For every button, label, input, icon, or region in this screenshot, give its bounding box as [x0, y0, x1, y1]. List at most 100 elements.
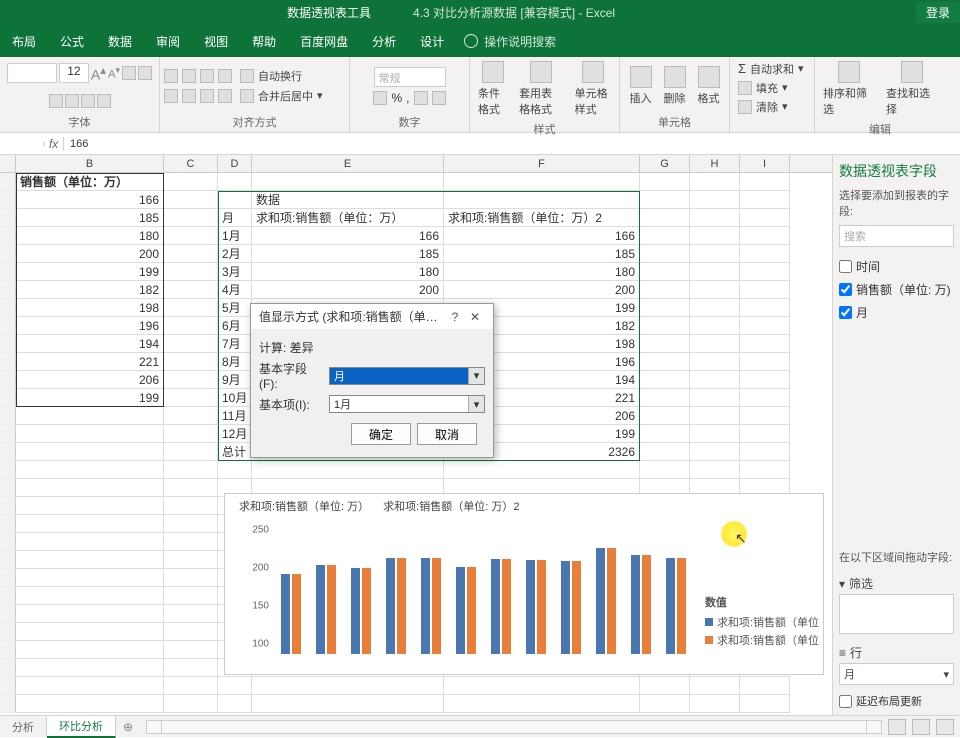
cell[interactable] [164, 515, 218, 533]
cell[interactable] [164, 695, 218, 713]
cell[interactable] [164, 173, 218, 191]
cell[interactable] [640, 299, 690, 317]
cell[interactable]: 11月 [218, 407, 252, 425]
cell[interactable] [740, 407, 790, 425]
cell[interactable]: 12月 [218, 425, 252, 443]
name-box[interactable] [0, 142, 44, 146]
cell[interactable] [444, 173, 640, 191]
cell[interactable]: 185 [252, 245, 444, 263]
ok-button[interactable]: 确定 [351, 423, 411, 445]
cell[interactable] [164, 245, 218, 263]
cell[interactable] [252, 461, 444, 479]
cell[interactable]: 3月 [218, 263, 252, 281]
cell[interactable] [740, 425, 790, 443]
cell[interactable] [690, 209, 740, 227]
cell[interactable] [640, 227, 690, 245]
field-month[interactable]: 月 [839, 304, 954, 321]
cell[interactable] [164, 605, 218, 623]
cell[interactable] [164, 641, 218, 659]
cell[interactable] [164, 551, 218, 569]
cell[interactable] [16, 533, 164, 551]
cell[interactable] [690, 407, 740, 425]
cell[interactable] [252, 677, 444, 695]
cell[interactable] [444, 191, 640, 209]
cell[interactable] [252, 173, 444, 191]
cell[interactable] [16, 587, 164, 605]
align-center-icon[interactable] [182, 89, 196, 103]
cell[interactable]: 200 [444, 281, 640, 299]
cell[interactable] [740, 371, 790, 389]
cell[interactable]: 5月 [218, 299, 252, 317]
align-right-icon[interactable] [200, 89, 214, 103]
align-top-icon[interactable] [164, 69, 178, 83]
cell[interactable] [640, 407, 690, 425]
cell[interactable]: 200 [252, 281, 444, 299]
cell[interactable]: 166 [16, 191, 164, 209]
cell[interactable] [164, 353, 218, 371]
cell[interactable] [690, 353, 740, 371]
cell[interactable] [690, 371, 740, 389]
cell[interactable]: 199 [16, 389, 164, 407]
cell[interactable] [444, 677, 640, 695]
cell[interactable] [640, 425, 690, 443]
cell[interactable] [640, 263, 690, 281]
indent-icon[interactable] [218, 89, 232, 103]
cell[interactable] [640, 173, 690, 191]
cell[interactable] [164, 479, 218, 497]
worksheet[interactable]: B C D E F G H I 销售额（单位：万）166数据185月求和项:销售… [0, 155, 832, 715]
col-header-G[interactable]: G [640, 155, 690, 172]
cell-styles-button[interactable]: 单元格样式 [571, 59, 615, 119]
find-select-button[interactable]: 查找和选择 [882, 59, 941, 119]
cell[interactable]: 10月 [218, 389, 252, 407]
pivot-chart[interactable]: 求和项:销售额（单位: 万） 求和项:销售额（单位: 万）2 250 200 1… [224, 493, 824, 675]
cell[interactable]: 196 [16, 317, 164, 335]
align-left-icon[interactable] [164, 89, 178, 103]
cell[interactable] [740, 263, 790, 281]
sheet-tab-2[interactable]: 环比分析 [47, 716, 116, 738]
cell[interactable] [164, 497, 218, 515]
cell[interactable] [164, 461, 218, 479]
cancel-button[interactable]: 取消 [417, 423, 477, 445]
cell[interactable] [640, 389, 690, 407]
format-button[interactable]: 格式 [694, 64, 724, 108]
font-size[interactable]: 12 [59, 63, 89, 83]
inc-dec-icon[interactable] [414, 91, 428, 105]
cell[interactable] [690, 263, 740, 281]
cell[interactable] [690, 227, 740, 245]
font-color-icon[interactable] [97, 94, 111, 108]
cell[interactable] [740, 227, 790, 245]
cell[interactable] [690, 443, 740, 461]
tab-review[interactable]: 审阅 [144, 27, 192, 56]
italic-icon[interactable] [138, 66, 152, 80]
cell[interactable]: 月 [218, 209, 252, 227]
cell[interactable]: 4月 [218, 281, 252, 299]
cell[interactable] [16, 515, 164, 533]
view-break-icon[interactable] [936, 719, 954, 735]
tab-analyze[interactable]: 分析 [360, 27, 408, 56]
currency-icon[interactable] [373, 91, 387, 105]
cell[interactable]: 200 [16, 245, 164, 263]
cell[interactable] [164, 227, 218, 245]
horizontal-scrollbar[interactable] [146, 720, 882, 734]
cell[interactable] [164, 335, 218, 353]
col-header-D[interactable]: D [218, 155, 252, 172]
tell-me-search[interactable]: 操作说明搜索 [456, 33, 564, 50]
dec-dec-icon[interactable] [432, 91, 446, 105]
insert-button[interactable]: 插入 [626, 64, 656, 108]
cell[interactable] [164, 371, 218, 389]
cell[interactable] [640, 677, 690, 695]
orientation-icon[interactable] [218, 69, 232, 83]
cell[interactable] [640, 461, 690, 479]
cell[interactable] [16, 425, 164, 443]
base-item-combo[interactable]: 1月▾ [329, 395, 485, 413]
cell[interactable] [164, 677, 218, 695]
cell[interactable] [690, 317, 740, 335]
chevron-down-icon[interactable]: ▾ [468, 368, 484, 384]
cell[interactable] [164, 263, 218, 281]
border-icon[interactable] [65, 94, 79, 108]
cell[interactable] [16, 551, 164, 569]
cell[interactable] [640, 245, 690, 263]
field-sales[interactable]: 销售额（单位: 万) [839, 281, 954, 298]
cell[interactable] [16, 623, 164, 641]
cell[interactable] [690, 461, 740, 479]
